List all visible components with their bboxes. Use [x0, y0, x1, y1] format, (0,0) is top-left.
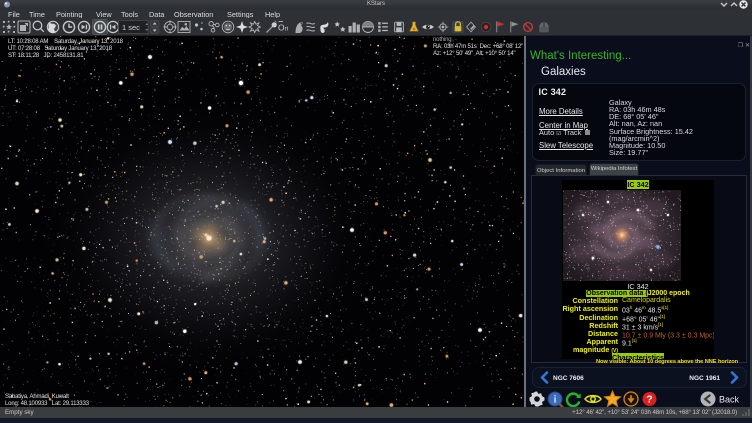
svg-text:Ori: Ori [278, 23, 288, 33]
svg-text:1 sec: 1 sec [122, 23, 140, 32]
svg-text:?: ? [646, 394, 652, 406]
svg-text:Back: Back [719, 395, 740, 405]
svg-text:i: i [554, 395, 557, 406]
